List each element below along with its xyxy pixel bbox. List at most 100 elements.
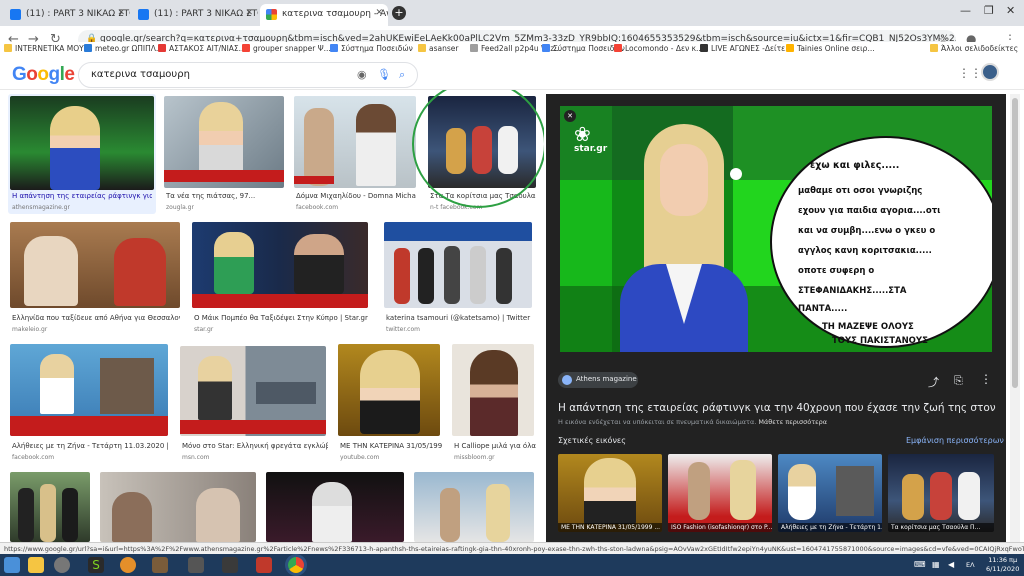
result-card[interactable]: katerina tsamouri (@katetsamo) | Twitter… xyxy=(384,222,532,333)
result-image[interactable] xyxy=(10,472,90,542)
result-image[interactable] xyxy=(294,96,416,188)
close-tab-icon[interactable]: ✕ xyxy=(245,8,253,18)
bubble-line: ΣΤΕΦΑΝΙΔΑΚΗΣ.....ΣΤΑ xyxy=(798,286,907,296)
new-tab-button[interactable]: + xyxy=(392,6,406,20)
related-image[interactable]: ISO Fashion (isofashionqr) στο P... xyxy=(668,454,772,532)
bookmark-item[interactable]: Σύστημα Ποσειδών xyxy=(330,44,413,53)
result-image[interactable] xyxy=(10,96,154,190)
result-caption[interactable]: Αλήθειες με τη Ζήνα - Τετάρτη 11.03.2020… xyxy=(12,442,170,450)
network-icon[interactable]: ▦ xyxy=(932,560,940,569)
scrollbar-thumb[interactable] xyxy=(1012,98,1018,388)
result-image[interactable] xyxy=(338,344,440,436)
share-icon[interactable]: ⤴ xyxy=(928,374,939,390)
folder-icon[interactable] xyxy=(28,557,44,573)
bookmark-item[interactable]: LIVE ΑΓΩΝΕΣ -Δείτε... xyxy=(700,44,792,53)
app-icon[interactable] xyxy=(222,557,238,573)
related-image[interactable]: ΜΕ ΤΗΝ ΚΑΤΕΡΙΝΑ 31/05/1999 ... xyxy=(558,454,662,532)
keyboard-icon[interactable]: ⌨ xyxy=(914,560,926,569)
result-card[interactable]: ΜΕ ΤΗΝ ΚΑΤΕΡΙΝΑ 31/05/1999 ... youtube.c… xyxy=(338,344,442,462)
tab-1[interactable]: (11) : PART 3 ΝΙΚΑΩ ΣΤΟ ΣΤΙΧΟΙ ✕ xyxy=(4,4,130,26)
result-caption[interactable]: Μόνο στο Star: Ελληνική φρεγάτα εγκλώβισ… xyxy=(182,442,328,450)
bookmark-item[interactable]: Locomondo - Δεν κ... xyxy=(614,44,703,53)
result-card[interactable]: Μόνο στο Star: Ελληνική φρεγάτα εγκλώβισ… xyxy=(180,346,328,462)
language-indicator[interactable]: ΕΛ xyxy=(966,561,975,569)
show-more-link[interactable]: Εμφάνιση περισσότερων xyxy=(906,436,1004,445)
result-caption[interactable]: Ελληνίδα που ταξίδευε από Αθήνα για Θεσσ… xyxy=(12,314,180,322)
result-card[interactable] xyxy=(100,472,256,542)
close-tab-icon[interactable]: ✕ xyxy=(117,8,125,18)
result-image[interactable] xyxy=(414,472,534,542)
result-image[interactable] xyxy=(384,222,532,308)
bookmark-item[interactable]: grouper snapper Ψ... xyxy=(242,44,331,53)
result-image[interactable] xyxy=(192,222,368,308)
result-card[interactable] xyxy=(266,472,404,542)
bookmark-item[interactable]: Σύστημα Ποσειδών xyxy=(542,44,625,53)
minimize-icon[interactable]: — xyxy=(960,4,971,17)
result-image[interactable] xyxy=(100,472,256,542)
related-image[interactable]: Αλήθειες με τη Ζήνα - Τετάρτη 1... xyxy=(778,454,882,532)
result-image[interactable] xyxy=(10,222,180,308)
google-logo[interactable]: Google xyxy=(12,64,75,86)
chrome-icon[interactable] xyxy=(288,557,304,573)
result-card[interactable] xyxy=(10,472,90,542)
result-image[interactable] xyxy=(266,472,404,542)
bookmark-item[interactable]: ΑΣΤΑΚΟΣ ΑΙΤ/ΝΙΑΣ... xyxy=(158,44,246,53)
bubble-line: οποτε συφερη ο xyxy=(798,266,875,276)
bookmark-item[interactable]: Άλλοι σελιδοδείκτες xyxy=(930,44,1018,53)
result-card[interactable] xyxy=(414,472,534,542)
result-card[interactable]: Δόμνα Μιχαηλίδου - Domna Michailido... f… xyxy=(294,96,416,214)
bookmark-item[interactable]: INTERNETIKA ΜΟΥ xyxy=(4,44,84,53)
app-icon[interactable] xyxy=(188,557,204,573)
bookmark-icon xyxy=(700,44,708,52)
tab-3[interactable]: κατερινα τσαμουρη - Αναζήτησ ✕ xyxy=(260,4,388,26)
more-options-icon[interactable]: ⋮ xyxy=(980,372,992,386)
avatar[interactable] xyxy=(981,63,999,81)
maximize-icon[interactable]: ❐ xyxy=(984,4,994,17)
bookmark-icon[interactable]: ⎘ xyxy=(954,374,963,388)
source-chip[interactable]: Athens magazine xyxy=(558,372,638,388)
volume-icon[interactable]: ◀ xyxy=(948,560,954,569)
clock[interactable]: 11:36 πμ 6/11/2020 xyxy=(986,556,1019,574)
result-card[interactable]: Ο Μάικ Πομπέο θα Ταξιδέψει Στην Κύπρο | … xyxy=(192,222,368,333)
result-caption[interactable]: Δόμνα Μιχαηλίδου - Domna Michailido... xyxy=(296,192,416,200)
bubble-line: αγγλος κανη κοριτσακια..... xyxy=(798,246,932,256)
search-input[interactable]: κατερινα τσαμουρη ◉ 🎙 ⌕ xyxy=(78,62,418,88)
result-caption[interactable]: ΜΕ ΤΗΝ ΚΑΤΕΡΙΝΑ 31/05/1999 ... xyxy=(340,442,442,450)
result-card[interactable]: Η απάντηση της εταιρείας ράφτινγκ για τη… xyxy=(8,94,156,214)
result-card[interactable]: Η Calliope μιλά για όλα: ... missbloom.g… xyxy=(452,344,536,462)
bookmark-item[interactable]: meteo.gr ΩΠΙΠΛ... xyxy=(84,44,163,53)
page-scrollbar[interactable] xyxy=(1010,94,1020,542)
app-icon[interactable] xyxy=(152,557,168,573)
camera-icon[interactable]: ◉ xyxy=(357,68,367,81)
close-window-icon[interactable]: ✕ xyxy=(1006,4,1015,17)
result-card[interactable]: Τα νέα της πιάτσας, 97... zougla.gr xyxy=(164,96,284,214)
result-image[interactable] xyxy=(452,344,534,436)
result-card[interactable]: Ελληνίδα που ταξίδευε από Αθήνα για Θεσσ… xyxy=(10,222,180,333)
app-s-icon[interactable]: S xyxy=(88,557,104,573)
result-caption[interactable]: Η Calliope μιλά για όλα: ... xyxy=(454,442,536,450)
close-tab-icon[interactable]: ✕ xyxy=(375,8,383,18)
microphone-icon[interactable]: 🎙 xyxy=(377,68,391,81)
result-card[interactable]: Αλήθειες με τη Ζήνα - Τετάρτη 11.03.2020… xyxy=(10,344,170,462)
bookmark-icon xyxy=(418,44,426,52)
preview-image[interactable]: ✕ ❀ star.gr εχω και φιλες..... μαθαμε οτ… xyxy=(560,106,992,352)
result-image[interactable] xyxy=(10,344,168,436)
related-image[interactable]: Τα κορίτσια μας Τσαούλα Π... xyxy=(888,454,994,532)
result-caption[interactable]: Ο Μάικ Πομπέο θα Ταξιδέψει Στην Κύπρο | … xyxy=(194,314,368,322)
learn-more-link[interactable]: Μάθετε περισσότερα xyxy=(758,418,827,426)
result-image[interactable] xyxy=(164,96,284,188)
bookmark-item[interactable]: Tainies Online σειρ... xyxy=(786,44,875,53)
close-preview-icon[interactable]: ✕ xyxy=(564,110,576,122)
result-caption[interactable]: katerina tsamouri (@katetsamo) | Twitter xyxy=(386,314,532,322)
preview-title[interactable]: Η απάντηση της εταιρείας ράφτινγκ για τη… xyxy=(558,402,998,414)
result-caption[interactable]: Η απάντηση της εταιρείας ράφτινγκ για τη… xyxy=(12,192,152,200)
result-caption[interactable]: Τα νέα της πιάτσας, 97... xyxy=(166,192,284,200)
game-icon[interactable] xyxy=(120,557,136,573)
search-icon[interactable]: ⌕ xyxy=(399,68,405,82)
bookmark-item[interactable]: asanser xyxy=(418,44,458,53)
tab-2[interactable]: (11) : PART 3 ΝΙΚΑΩ ΣΤΟ ΣΤΙΧΟΙ ✕ xyxy=(132,4,258,26)
media-icon[interactable] xyxy=(54,557,70,573)
result-image[interactable] xyxy=(180,346,326,436)
start-icon[interactable] xyxy=(4,557,20,573)
app-icon[interactable] xyxy=(256,557,272,573)
